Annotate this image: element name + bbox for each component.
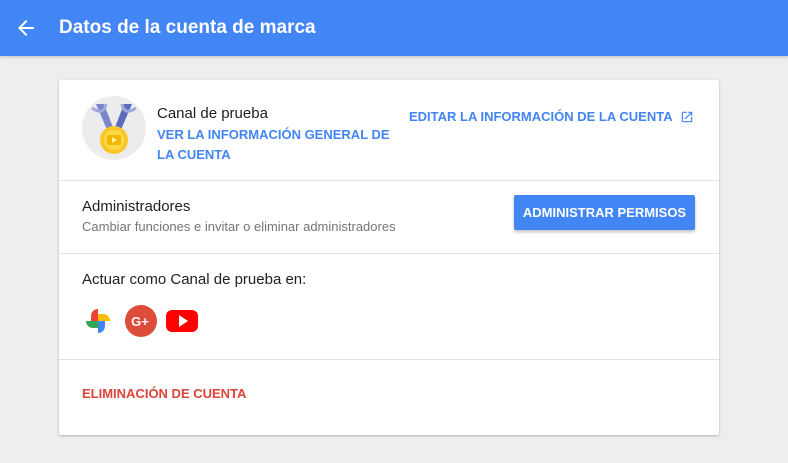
channel-avatar [82, 96, 146, 160]
administrators-description: Cambiar funciones e invitar o eliminar a… [82, 219, 396, 234]
edit-account-link[interactable]: EDITAR LA INFORMACIÓN DE LA CUENTA [409, 109, 673, 124]
medal-avatar-icon [82, 96, 146, 160]
youtube-icon[interactable] [166, 305, 198, 337]
delete-account-section: ELIMINACIÓN DE CUENTA [59, 360, 719, 435]
delete-account-link[interactable]: ELIMINACIÓN DE CUENTA [82, 386, 246, 401]
google-plus-icon[interactable]: G+ [125, 305, 157, 337]
arrow-back-icon [18, 20, 34, 36]
act-as-section: Actuar como Canal de prueba en: G+ [59, 254, 719, 360]
svg-text:G+: G+ [131, 314, 149, 329]
administrators-title: Administradores [82, 198, 191, 215]
open-in-new-icon[interactable] [680, 110, 694, 124]
account-card: Canal de prueba VER LA INFORMACIÓN GENER… [59, 80, 719, 435]
google-photos-icon[interactable] [82, 305, 114, 337]
back-button[interactable] [14, 16, 38, 40]
page-title: Datos de la cuenta de marca [59, 17, 316, 38]
administrators-section: Administradores Cambiar funciones e invi… [59, 181, 719, 254]
manage-permissions-button[interactable]: ADMINISTRAR PERMISOS [514, 195, 695, 230]
act-as-label: Actuar como Canal de prueba en: [82, 271, 307, 288]
account-info-section: Canal de prueba VER LA INFORMACIÓN GENER… [59, 80, 719, 181]
channel-name: Canal de prueba [157, 105, 268, 122]
app-header: Datos de la cuenta de marca [0, 0, 788, 56]
account-overview-link[interactable]: VER LA INFORMACIÓN GENERAL DE LA CUENTA [157, 125, 397, 165]
